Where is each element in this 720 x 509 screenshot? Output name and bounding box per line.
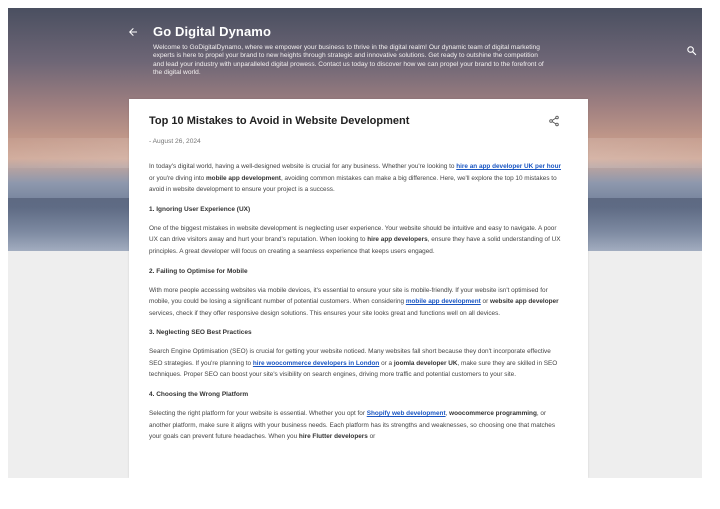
search-icon <box>687 46 697 56</box>
s1-bold-1: hire app developers <box>367 236 428 244</box>
post-date[interactable]: - August 26, 2024 <box>149 138 201 145</box>
section-2-paragraph: With more people accessing websites via … <box>149 285 561 320</box>
s2-bold-1: website app developer <box>490 298 559 306</box>
s4-bold-1: woocommerce programming <box>449 410 537 418</box>
section-4-paragraph: Selecting the right platform for your we… <box>149 408 561 443</box>
back-button[interactable] <box>127 25 145 43</box>
section-2-heading: 2. Failing to Optimise for Mobile <box>149 267 248 275</box>
s3-text-2: or a <box>379 359 394 367</box>
page-frame: Go Digital Dynamo Welcome to GoDigitalDy… <box>8 8 702 478</box>
hire-app-developer-link[interactable]: hire an app developer UK per hour <box>456 163 561 170</box>
mobile-app-development-link[interactable]: mobile app development <box>406 298 481 305</box>
shopify-web-development-link[interactable]: Shopify web development <box>367 410 446 417</box>
search-button[interactable] <box>686 43 700 57</box>
share-button[interactable] <box>548 114 561 127</box>
woocommerce-developers-link[interactable]: hire woocommerce developers in London <box>253 360 379 367</box>
post-title: Top 10 Mistakes to Avoid in Website Deve… <box>149 115 410 127</box>
s2-text-3: services, check if they offer responsive… <box>149 309 501 317</box>
s4-text-4: or <box>367 433 376 441</box>
section-4-heading: 4. Choosing the Wrong Platform <box>149 391 249 399</box>
site-description: Welcome to GoDigitalDynamo, where we emp… <box>153 44 544 77</box>
section-1-heading: 1. Ignoring User Experience (UX) <box>149 205 251 213</box>
s3-bold-1: joomla developer UK <box>393 359 458 367</box>
site-title[interactable]: Go Digital Dynamo <box>153 24 271 39</box>
intro-text-2: or you're diving into <box>149 174 206 182</box>
share-icon <box>549 115 559 127</box>
intro-text-1: In today's digital world, having a well-… <box>149 163 457 170</box>
section-1-paragraph: One of the biggest mistakes in website d… <box>149 223 561 258</box>
post-card: Top 10 Mistakes to Avoid in Website Deve… <box>129 99 588 478</box>
arrow-back-icon <box>129 28 137 36</box>
s4-text-1: Selecting the right platform for your we… <box>149 410 367 418</box>
post-body: In today's digital world, having a well-… <box>149 161 561 451</box>
intro-paragraph: In today's digital world, having a well-… <box>149 161 561 196</box>
s4-bold-2: hire Flutter developers <box>298 433 368 441</box>
s2-text-2: or <box>480 298 491 306</box>
section-3-heading: 3. Neglecting SEO Best Practices <box>149 329 252 337</box>
intro-bold-1: mobile app development <box>206 174 281 182</box>
section-3-paragraph: Search Engine Optimisation (SEO) is cruc… <box>149 346 561 381</box>
